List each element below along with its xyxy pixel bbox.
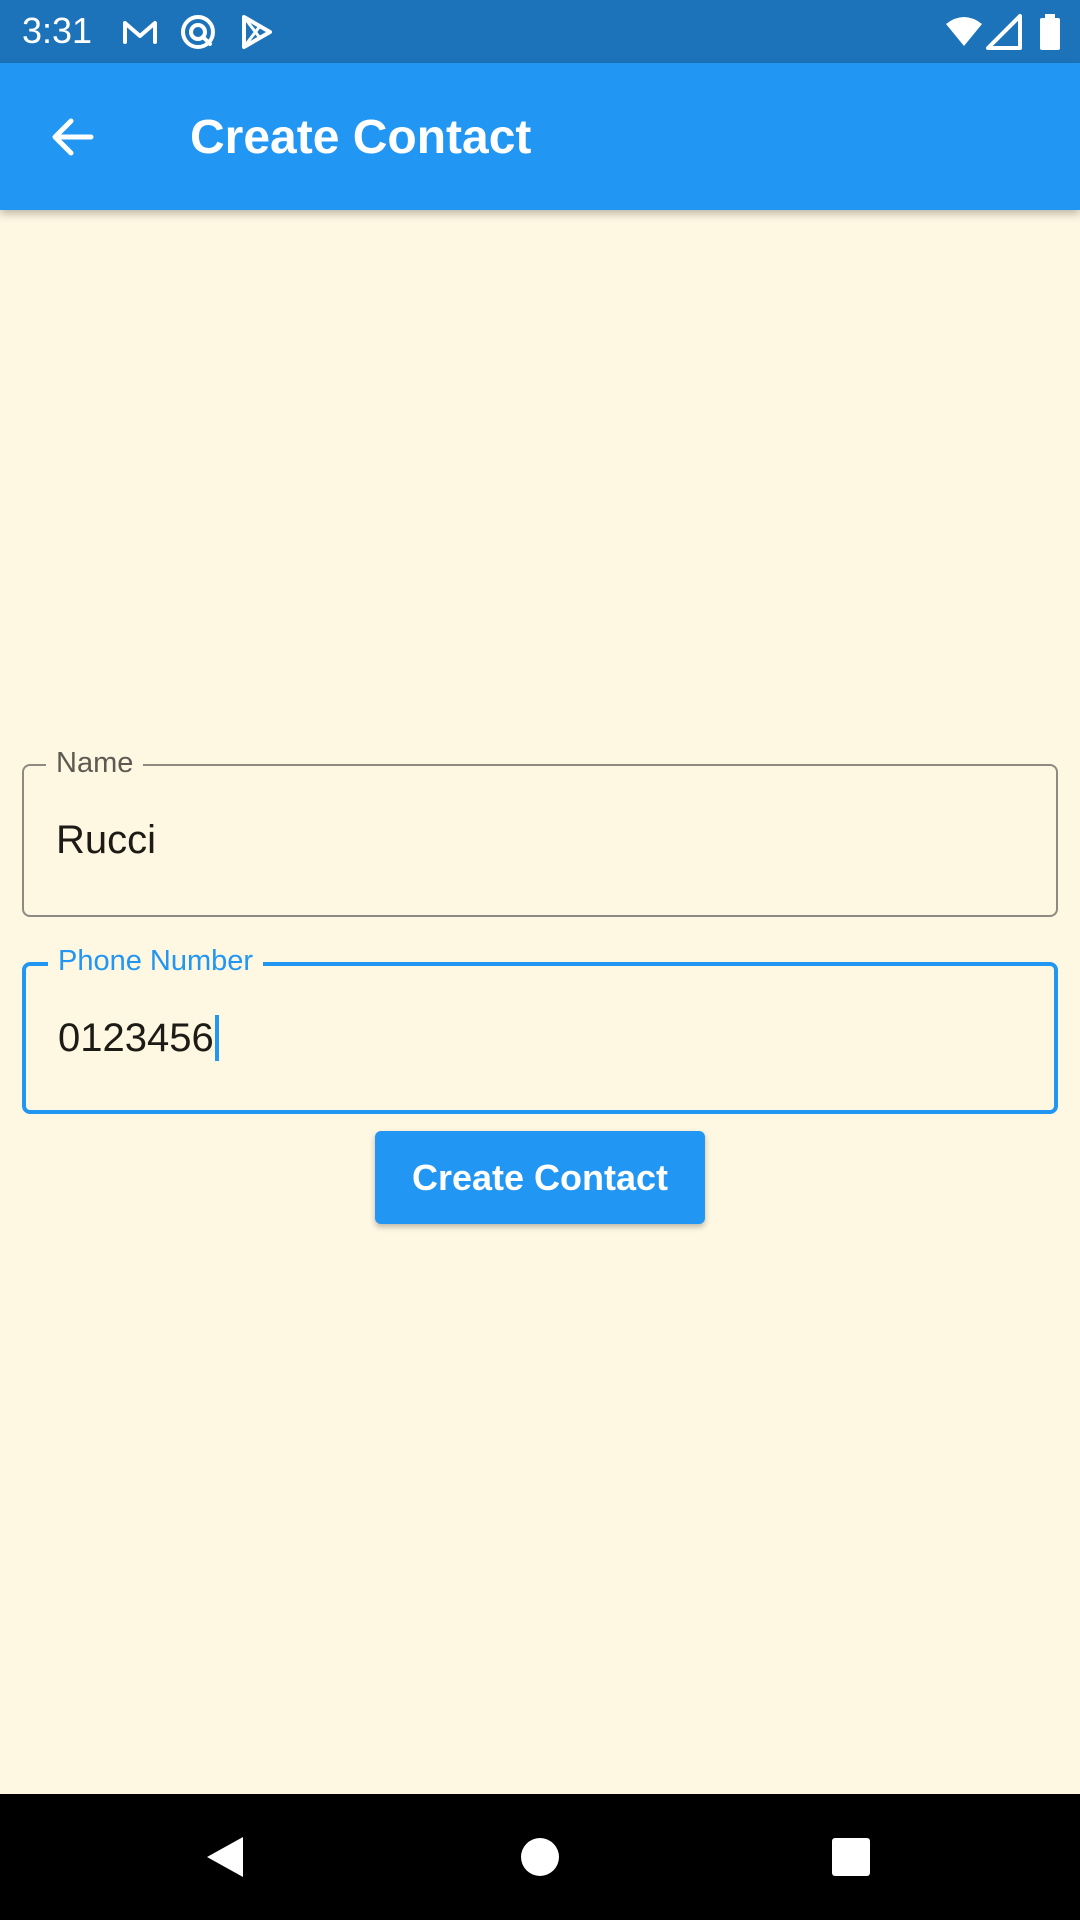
create-contact-button-label: Create Contact [411, 1156, 669, 1198]
app-bar: Create Contact [0, 63, 1080, 210]
phone-number-field-value: 0123456 [58, 1016, 214, 1060]
back-button[interactable] [34, 99, 110, 175]
status-time: 3:31 [22, 10, 93, 51]
wifi-icon [944, 12, 984, 52]
recents-square-icon [830, 1836, 872, 1878]
signal-icon [986, 12, 1026, 52]
system-nav-bar [0, 1794, 1080, 1920]
nav-recents-button[interactable] [821, 1827, 881, 1887]
name-field-value: Rucci [56, 818, 157, 862]
battery-icon [1030, 12, 1070, 52]
nav-back-button[interactable] [195, 1827, 255, 1887]
page-title: Create Contact [190, 111, 532, 164]
nav-home-button[interactable] [510, 1827, 570, 1887]
sync-icon [178, 12, 218, 52]
arrow-back-icon [47, 112, 97, 162]
phone-number-field[interactable]: Phone Number 0123456 [22, 944, 1058, 1114]
phone-number-field-label: Phone Number [48, 944, 264, 978]
back-triangle-icon [201, 1833, 249, 1881]
text-cursor [214, 1015, 219, 1061]
name-field-label: Name [46, 746, 144, 780]
create-contact-button[interactable]: Create Contact [375, 1131, 705, 1224]
name-field[interactable]: Name Rucci [22, 746, 1058, 917]
gmail-icon [120, 12, 160, 52]
status-bar: 3:31 [0, 0, 1080, 63]
home-circle-icon [519, 1836, 561, 1878]
play-store-icon [236, 12, 276, 52]
